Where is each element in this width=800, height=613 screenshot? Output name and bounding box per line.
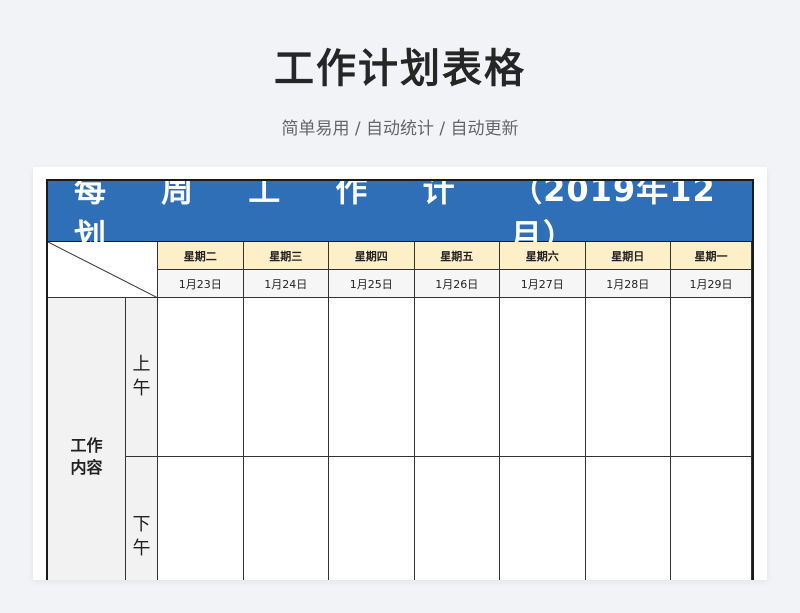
row-label-work-content: 工作 内容 <box>48 298 126 580</box>
diagonal-line <box>48 242 158 298</box>
weekday-header: 星期六 <box>500 242 586 270</box>
date-header: 1月25日 <box>329 270 415 298</box>
date-header: 1月24日 <box>243 270 329 298</box>
page-subtitle: 简单易用 / 自动统计 / 自动更新 <box>281 119 519 139</box>
date-header: 1月28日 <box>585 270 671 298</box>
preview-card: 每 周 工 作 计 划 （2019年12月） 星期二 1月23日 星期三 1月24日星… <box>33 167 767 580</box>
afternoon-cell[interactable] <box>329 457 415 580</box>
row-label-afternoon: 下 午 <box>126 457 158 580</box>
morning-cell[interactable] <box>585 298 671 457</box>
afternoon-cell[interactable] <box>671 457 752 580</box>
date-header: 1月27日 <box>500 270 586 298</box>
morning-cell[interactable] <box>671 298 752 457</box>
morning-cell[interactable] <box>243 298 329 457</box>
weekday-header: 星期四 <box>329 242 415 270</box>
weekly-plan-sheet: 每 周 工 作 计 划 （2019年12月） 星期二 1月23日 星期三 1月24日星… <box>46 179 754 580</box>
afternoon-cell[interactable] <box>414 457 500 580</box>
page-title: 工作计划表格 <box>274 46 526 92</box>
date-header: 1月29日 <box>671 270 752 298</box>
afternoon-cell[interactable] <box>243 457 329 580</box>
weekday-header: 星期日 <box>585 242 671 270</box>
morning-cell[interactable] <box>500 298 586 457</box>
weekday-header: 星期一 <box>671 242 752 270</box>
date-header: 1月23日 <box>158 270 244 298</box>
sheet-banner: 每 周 工 作 计 划 （2019年12月） <box>48 181 752 255</box>
afternoon-cell[interactable] <box>500 457 586 580</box>
afternoon-cell[interactable] <box>585 457 671 580</box>
morning-cell[interactable] <box>414 298 500 457</box>
morning-cell[interactable] <box>329 298 415 457</box>
weekday-header: 星期三 <box>243 242 329 270</box>
corner-cell <box>48 242 158 298</box>
row-label-morning: 上 午 <box>126 298 158 457</box>
afternoon-cell[interactable] <box>158 457 244 580</box>
weekday-header: 星期二 <box>158 242 244 270</box>
weekday-header: 星期五 <box>414 242 500 270</box>
date-header: 1月26日 <box>414 270 500 298</box>
morning-cell[interactable] <box>158 298 244 457</box>
